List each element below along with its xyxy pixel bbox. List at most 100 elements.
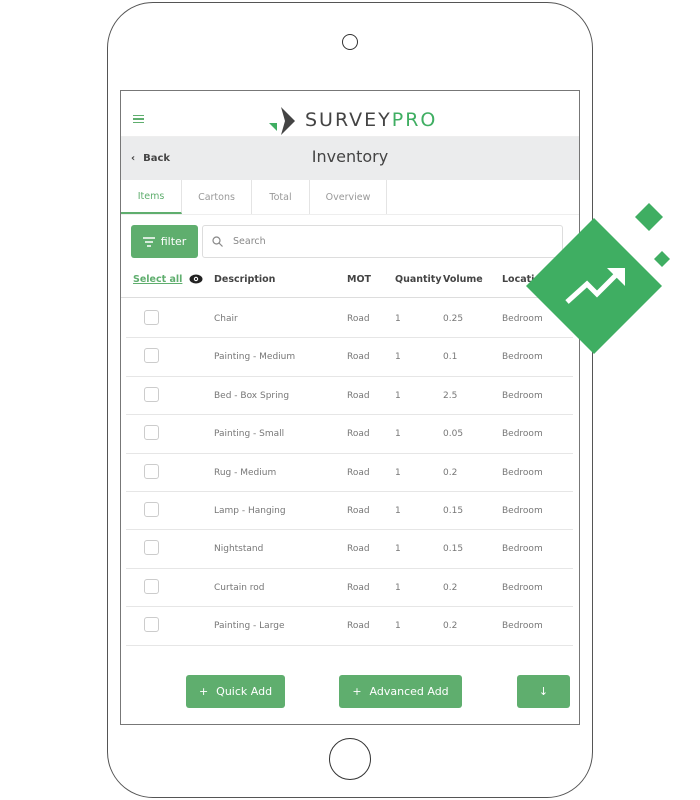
cell-volume: 0.05 (443, 429, 464, 440)
cell-quantity: 1 (395, 544, 401, 555)
cell-quantity: 1 (395, 314, 401, 324)
cell-location: Bedroom (502, 429, 543, 440)
advanced-add-button[interactable]: + Advanced Add (339, 675, 462, 708)
cell-location: Bedroom (502, 352, 543, 363)
cell-description: Lamp - Hanging (214, 506, 286, 516)
cell-quantity: 1 (395, 390, 401, 401)
arrow-down-icon: ↓ (538, 685, 549, 698)
row-checkbox[interactable] (144, 310, 159, 325)
cell-location: Bedroom (502, 621, 543, 632)
logo: SURVEYPRO (269, 105, 437, 135)
cell-location: Bedroom (502, 467, 543, 478)
cell-location: Bedroom (502, 314, 543, 324)
quick-add-button[interactable]: + Quick Add (186, 675, 285, 708)
cell-description: Bed - Box Spring (214, 390, 290, 401)
row-checkbox[interactable] (144, 425, 159, 441)
tab-cartons[interactable]: Cartons (182, 180, 252, 214)
table-row[interactable]: Curtain rod Road 1 0.2 Bedroom (126, 569, 573, 608)
table-row[interactable]: Painting - Medium Road 1 0.1 Bedroom (126, 338, 573, 377)
column-volume[interactable]: Volume (443, 274, 483, 285)
cell-mot: Road (347, 621, 370, 632)
filter-icon (142, 236, 155, 247)
toolbar: filter Search (131, 225, 563, 259)
cell-volume: 0.1 (443, 352, 458, 363)
cell-volume: 2.5 (443, 390, 458, 401)
row-checkbox[interactable] (144, 617, 159, 633)
advanced-add-label: Advanced Add (369, 685, 449, 698)
row-checkbox[interactable] (144, 540, 159, 556)
table-row[interactable]: Painting - Small Road 1 0.05 Bedroom (126, 415, 573, 454)
eye-icon[interactable] (189, 274, 203, 287)
page-title: Inventory (311, 147, 389, 166)
camera-icon (342, 34, 358, 50)
row-checkbox[interactable] (144, 463, 159, 479)
row-checkbox[interactable] (144, 386, 159, 402)
tab-items[interactable]: Items (121, 180, 182, 214)
cell-volume: 0.2 (443, 621, 458, 632)
cell-location: Bedroom (502, 390, 543, 401)
cell-volume: 0.2 (443, 467, 458, 478)
cell-mot: Road (347, 429, 370, 440)
cell-description: Painting - Medium (214, 352, 296, 363)
table-header: Select all Description MOT Quantity Volu… (121, 274, 579, 298)
badge-tiny-diamond (654, 251, 670, 267)
cell-quantity: 1 (395, 467, 401, 478)
cell-description: Rug - Medium (214, 467, 277, 478)
tab-total[interactable]: Total (252, 180, 310, 214)
column-description[interactable]: Description (214, 274, 275, 285)
quick-add-label: Quick Add (216, 685, 273, 698)
cell-description: Painting - Large (214, 621, 285, 632)
plus-icon: + (352, 685, 362, 698)
table-row[interactable]: Chair Road 1 0.25 Bedroom (126, 300, 573, 339)
cell-description: Chair (214, 314, 238, 324)
row-checkbox[interactable] (144, 502, 159, 517)
cell-mot: Road (347, 544, 370, 555)
top-bar: SURVEYPRO (121, 91, 579, 137)
cell-mot: Road (347, 467, 370, 478)
cell-mot: Road (347, 352, 370, 363)
logo-text: SURVEY (305, 109, 392, 131)
cell-volume: 0.15 (443, 544, 464, 555)
app-screen: SURVEYPRO ‹ Back Inventory Items Cartons … (120, 90, 580, 725)
row-checkbox[interactable] (144, 348, 159, 364)
cell-volume: 0.15 (443, 506, 464, 516)
column-location[interactable]: Location (502, 274, 548, 285)
page-header: ‹ Back Inventory (121, 137, 579, 180)
cell-quantity: 1 (395, 582, 401, 593)
column-quantity[interactable]: Quantity (395, 274, 442, 285)
search-placeholder: Search (233, 236, 266, 247)
home-button[interactable] (329, 738, 371, 780)
cell-quantity: 1 (395, 352, 401, 363)
cell-description: Curtain rod (214, 582, 265, 593)
search-icon (212, 236, 223, 247)
cell-mot: Road (347, 582, 370, 593)
tab-overview[interactable]: Overview (310, 180, 387, 214)
cell-quantity: 1 (395, 429, 401, 440)
tab-bar: Items Cartons Total Overview (121, 180, 579, 215)
table-row[interactable]: Rug - Medium Road 1 0.2 Bedroom (126, 454, 573, 492)
select-all-link[interactable]: Select all (133, 274, 182, 285)
row-checkbox[interactable] (144, 578, 159, 594)
table-row[interactable]: Bed - Box Spring Road 1 2.5 Bedroom (126, 377, 573, 416)
logo-text-accent: PRO (391, 109, 438, 131)
cell-volume: 0.25 (443, 314, 464, 324)
table-row[interactable]: Nightstand Road 1 0.15 Bedroom (126, 530, 573, 569)
scroll-down-button[interactable]: ↓ (517, 675, 570, 708)
cell-description: Nightstand (214, 544, 264, 555)
cell-quantity: 1 (395, 621, 401, 632)
cell-location: Bedroom (502, 544, 543, 555)
table-row[interactable]: Lamp - Hanging Road 1 0.15 Bedroom (126, 492, 573, 531)
cell-location: Bedroom (502, 582, 543, 593)
filter-button[interactable]: filter (131, 225, 198, 258)
cell-description: Painting - Small (214, 429, 285, 440)
hamburger-menu-icon[interactable] (133, 115, 144, 123)
table-row[interactable]: Painting - Large Road 1 0.2 Bedroom (126, 607, 573, 646)
logo-chevron-icon (269, 107, 295, 135)
plus-icon: + (198, 685, 209, 698)
filter-label: filter (160, 235, 187, 248)
column-mot[interactable]: MOT (347, 274, 371, 285)
search-input[interactable]: Search (202, 225, 563, 258)
cell-mot: Road (347, 314, 370, 324)
cell-location: Bedroom (502, 506, 543, 516)
cell-quantity: 1 (395, 506, 401, 516)
